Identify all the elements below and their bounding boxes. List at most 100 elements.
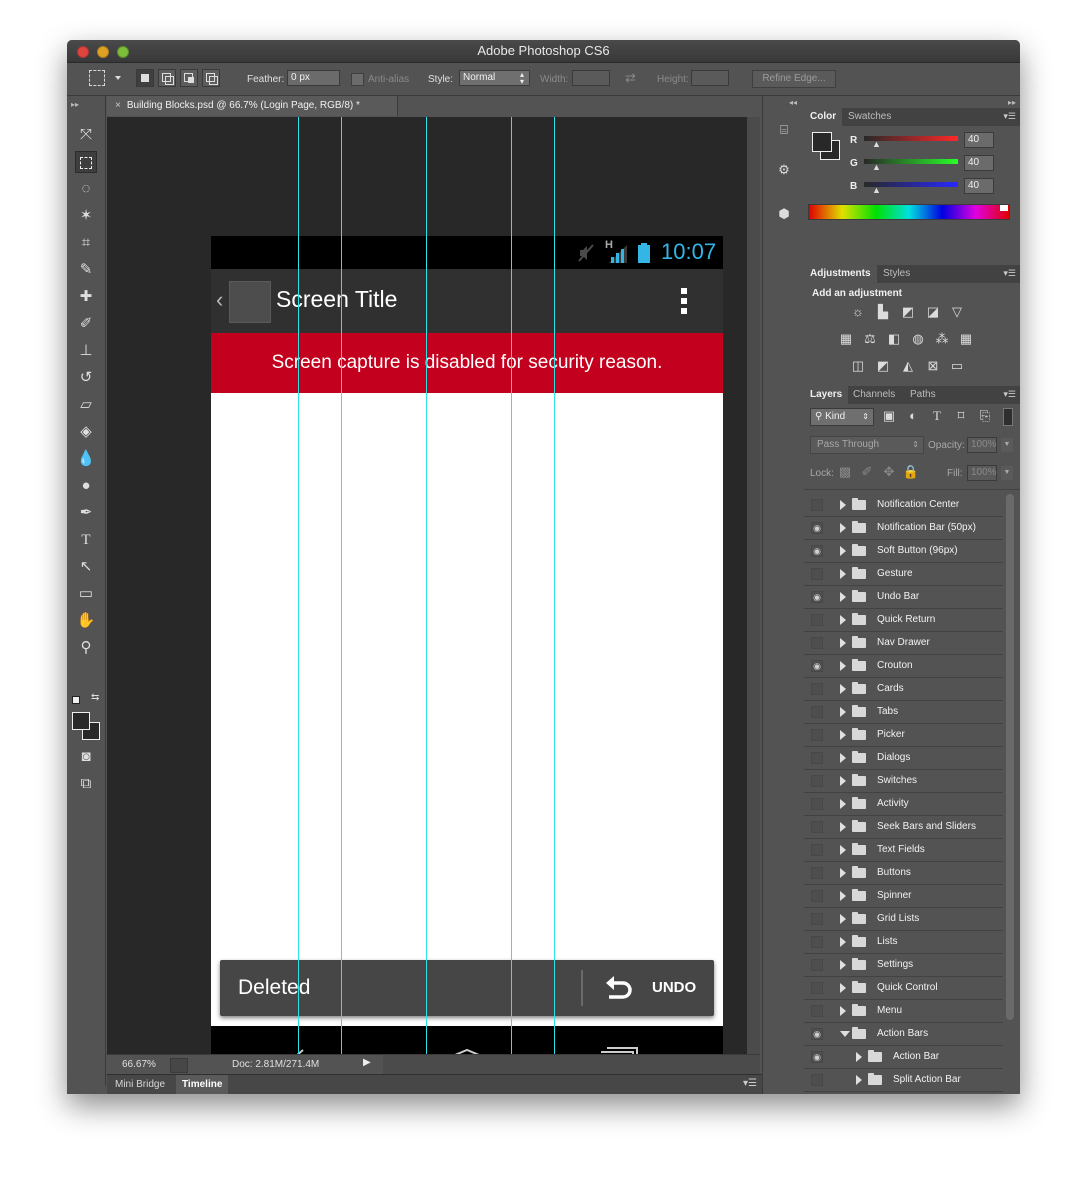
history-panel-icon[interactable]: ⌸ [771,118,797,142]
lasso-tool-icon[interactable]: ◌ [75,178,97,200]
visibility-eye-icon[interactable] [811,499,823,511]
selective-color-icon[interactable]: ⊠ [924,358,942,374]
layer-row[interactable]: Text Fields [804,839,1003,862]
disclosure-collapsed-icon[interactable] [840,1006,846,1016]
layer-row[interactable]: Nav Drawer [804,632,1003,655]
fill-input[interactable]: 100% [967,465,997,481]
width-input[interactable] [572,70,610,86]
layer-row[interactable]: Switches [804,770,1003,793]
visibility-eye-icon[interactable] [811,867,823,879]
canvas-vertical-scrollbar[interactable] [747,117,760,1054]
layer-row[interactable]: Tabs [804,701,1003,724]
disclosure-collapsed-icon[interactable] [840,592,846,602]
status-info-icon[interactable] [170,1058,188,1073]
feather-input[interactable]: 0 px [287,70,340,86]
visibility-eye-icon[interactable] [811,775,823,787]
magic-wand-tool-icon[interactable]: ✶ [75,205,97,227]
disclosure-collapsed-icon[interactable] [840,500,846,510]
layer-row[interactable]: ◉ Action Bar [804,1046,1003,1069]
paint-bucket-tool-icon[interactable]: ◈ [75,421,97,443]
disclosure-collapsed-icon[interactable] [840,684,846,694]
dodge-tool-icon[interactable]: ● [75,475,97,497]
blue-value-input[interactable]: 40 [964,178,994,194]
tab-channels[interactable]: Channels [847,386,901,404]
dock-collapse-icon[interactable]: ◂◂ [789,98,797,107]
healing-brush-tool-icon[interactable]: ✚ [75,286,97,308]
hue-saturation-icon[interactable]: ▦ [837,331,855,347]
visibility-eye-icon[interactable] [811,683,823,695]
disclosure-collapsed-icon[interactable] [840,523,846,533]
posterize-icon[interactable]: ◩ [874,358,892,374]
layer-row[interactable]: Grid Lists [804,908,1003,931]
layer-row[interactable]: Launcher [804,1092,1003,1094]
white-swatch[interactable] [1000,205,1008,211]
panel-menu-icon[interactable]: ▾☰ [1003,389,1016,400]
visibility-eye-icon[interactable] [811,959,823,971]
panel-menu-icon[interactable]: ▾☰ [1003,268,1016,279]
visibility-eye-icon[interactable]: ◉ [811,660,823,672]
crop-tool-icon[interactable]: ⌗ [75,232,97,254]
chevron-down-icon[interactable] [115,76,121,80]
panel-menu-icon[interactable]: ▾☰ [743,1078,757,1089]
quick-mask-icon[interactable]: ◙ [75,746,97,768]
visibility-eye-icon[interactable] [811,568,823,580]
panel-menu-icon[interactable]: ▾☰ [1003,111,1016,122]
slider-thumb-icon[interactable]: ▲ [872,162,881,172]
black-white-icon[interactable]: ◧ [885,331,903,347]
lock-paint-icon[interactable]: ✐ [858,464,876,480]
swap-icon[interactable]: ⇄ [625,70,636,86]
tab-adjustments[interactable]: Adjustments [804,265,877,283]
visibility-eye-icon[interactable]: ◉ [811,1051,823,1063]
disclosure-collapsed-icon[interactable] [856,1052,862,1062]
chevron-down-icon[interactable]: ▼ [1001,466,1013,480]
visibility-eye-icon[interactable] [811,890,823,902]
layer-row[interactable]: Picker [804,724,1003,747]
filter-type-icon[interactable]: T [928,408,946,424]
layer-row[interactable]: Seek Bars and Sliders [804,816,1003,839]
hand-tool-icon[interactable]: ✋ [75,610,97,632]
rectangle-tool-icon[interactable]: ▭ [75,583,97,605]
collapse-arrows-icon[interactable]: ▸▸ [71,100,79,109]
tab-swatches[interactable]: Swatches [842,108,897,126]
disclosure-collapsed-icon[interactable] [840,868,846,878]
filter-adjustment-icon[interactable]: ◐ [904,408,922,423]
layer-row[interactable]: ◉ Soft Button (96px) [804,540,1003,563]
lock-all-icon[interactable]: 🔒 [902,464,920,480]
invert-icon[interactable]: ◫ [849,358,867,374]
slider-thumb-icon[interactable]: ▲ [872,185,881,195]
disclosure-collapsed-icon[interactable] [840,661,846,671]
visibility-eye-icon[interactable]: ◉ [811,591,823,603]
tab-styles[interactable]: Styles [877,265,916,283]
refine-edge-button[interactable]: Refine Edge... [752,70,836,88]
color-fg-swatch[interactable] [812,132,832,152]
layer-row[interactable]: Notification Center [804,494,1003,517]
visibility-eye-icon[interactable]: ◉ [811,522,823,534]
tab-paths[interactable]: Paths [904,386,942,404]
layer-row[interactable]: Gesture [804,563,1003,586]
channel-mixer-icon[interactable]: ⁂ [933,331,951,347]
height-input[interactable] [691,70,729,86]
color-balance-icon[interactable]: ⚖ [861,331,879,347]
red-value-input[interactable]: 40 [964,132,994,148]
layer-row[interactable]: Quick Control [804,977,1003,1000]
layer-row[interactable]: Cards [804,678,1003,701]
visibility-eye-icon[interactable] [811,752,823,764]
panels-expand-icon[interactable]: ▸▸ [1008,98,1016,107]
add-to-selection-button[interactable] [158,69,176,87]
slider-thumb-icon[interactable]: ▲ [872,139,881,149]
visibility-eye-icon[interactable]: ◉ [811,1028,823,1040]
disclosure-collapsed-icon[interactable] [840,707,846,717]
disclosure-collapsed-icon[interactable] [840,845,846,855]
layer-row[interactable]: Activity [804,793,1003,816]
green-value-input[interactable]: 40 [964,155,994,171]
lock-transparent-icon[interactable]: ▩ [836,464,854,480]
back-caret-icon[interactable]: ‹ [216,287,223,313]
visibility-eye-icon[interactable] [811,821,823,833]
disclosure-collapsed-icon[interactable] [856,1075,862,1085]
color-spectrum-bar[interactable] [808,204,1010,220]
marquee-tool-preset-icon[interactable] [89,70,105,86]
disclosure-collapsed-icon[interactable] [840,638,846,648]
layer-filter-kind[interactable]: ⚲ Kind ⇕ [810,408,874,426]
blur-tool-icon[interactable]: 💧 [75,448,97,470]
clone-stamp-tool-icon[interactable]: ⊥ [75,340,97,362]
